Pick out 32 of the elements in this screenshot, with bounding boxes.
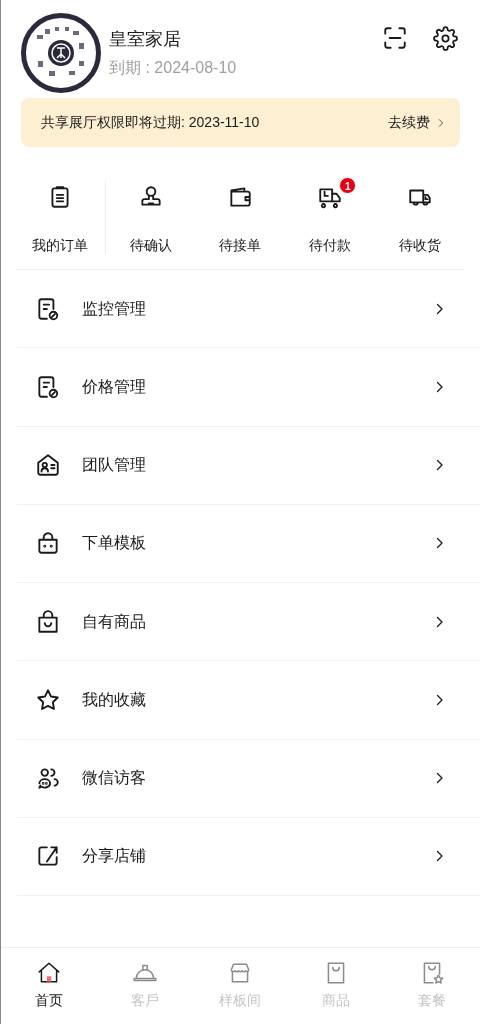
settings-button[interactable] xyxy=(432,25,458,51)
wallet-icon xyxy=(227,184,254,210)
star-icon xyxy=(35,686,61,713)
expiry-date: 到期 : 2024-08-10 xyxy=(109,57,238,78)
document-icon xyxy=(35,295,61,322)
menu-item[interactable]: 下单模板 xyxy=(17,504,480,583)
order-status-item[interactable]: 我的订单 xyxy=(16,180,106,254)
menu-item[interactable]: 我的收藏 xyxy=(17,661,480,740)
count-badge: 1 xyxy=(339,177,357,194)
nav-tab[interactable]: 首页 xyxy=(1,948,97,1024)
chevron-right-icon xyxy=(436,116,446,129)
order-status-item[interactable]: 待收货 xyxy=(375,180,465,254)
menu-item[interactable]: 微信访客 xyxy=(17,739,480,818)
menu-item[interactable]: 自有商品 xyxy=(17,583,480,662)
scan-icon xyxy=(382,25,408,51)
menu-item[interactable]: 分享店铺 xyxy=(17,817,480,896)
id-card-icon xyxy=(35,452,61,479)
document-icon xyxy=(35,373,61,400)
settings-icon xyxy=(432,25,458,51)
menu-item[interactable]: 团队管理 xyxy=(17,426,480,505)
menu-item[interactable]: 价格管理 xyxy=(17,348,480,427)
notice-text: 共享展厅权限即将过期: 2023-11-10 xyxy=(41,113,260,132)
menu-item[interactable]: 监控管理 xyxy=(17,270,480,349)
order-status-item[interactable]: 待接单 xyxy=(195,180,286,254)
visitors-icon xyxy=(35,765,61,792)
shopping-bag-icon xyxy=(35,608,61,635)
order-status-item[interactable]: 待付款 1 xyxy=(285,180,376,254)
renew-link[interactable]: 去续费 xyxy=(388,112,446,133)
order-status-item[interactable]: 待确认 xyxy=(105,180,196,254)
scan-button[interactable] xyxy=(382,25,408,51)
store-name: 皇室家居 xyxy=(109,27,182,51)
bag-icon xyxy=(35,530,61,557)
